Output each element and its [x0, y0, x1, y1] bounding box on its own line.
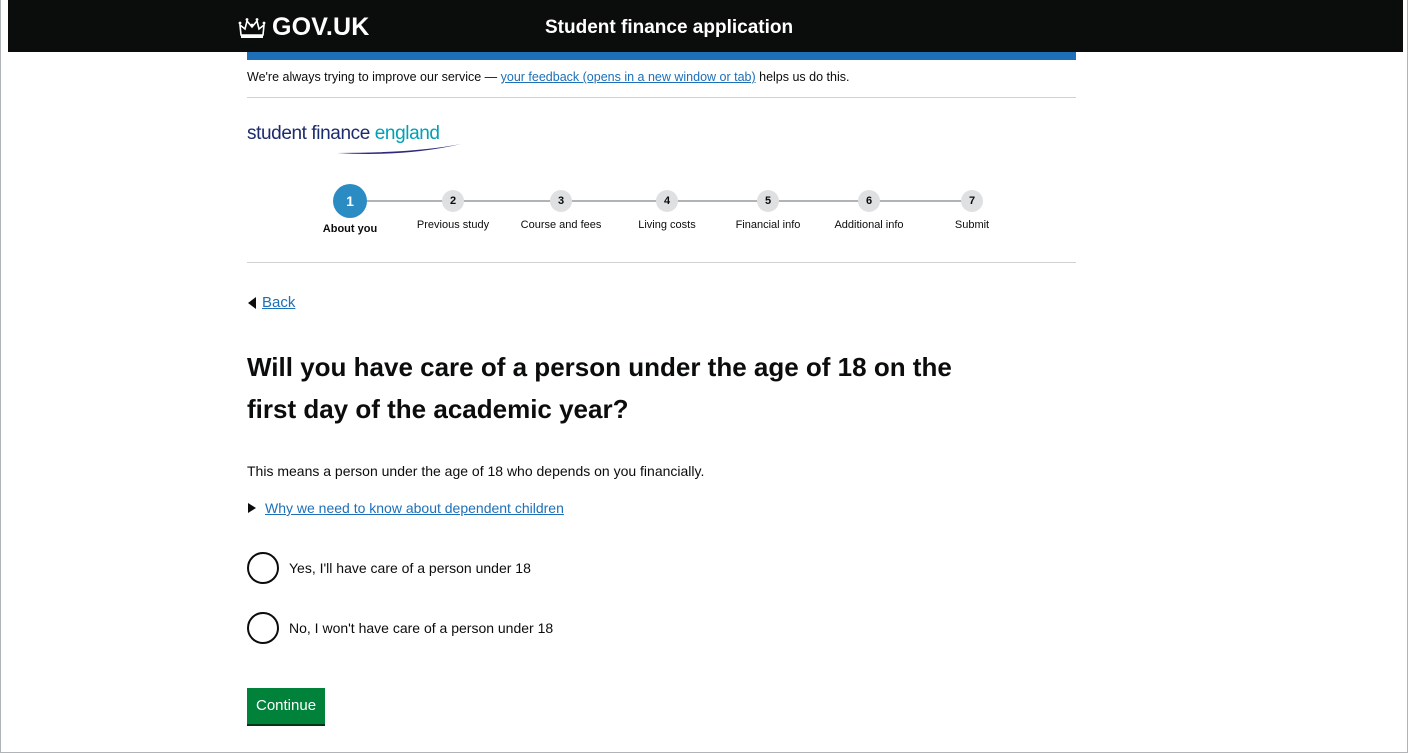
divider: [247, 97, 1076, 98]
progress-steps: 1 About you 2 Previous study 3 Course an…: [300, 184, 1020, 246]
feedback-suffix: helps us do this.: [755, 70, 850, 84]
crown-icon: [238, 17, 266, 38]
logo-swoosh-icon: [337, 144, 461, 154]
step-number: 5: [757, 190, 779, 212]
step-label: Course and fees: [520, 219, 602, 231]
step-number: 2: [442, 190, 464, 212]
step-number: 7: [961, 190, 983, 212]
feedback-prefix: We're always trying to improve our servi…: [247, 70, 501, 84]
step-about-you: 1 About you: [295, 184, 405, 235]
question-hint: This means a person under the age of 18 …: [247, 463, 705, 479]
step-number: 6: [858, 190, 880, 212]
step-label: Living costs: [638, 219, 696, 231]
radio-option-no[interactable]: No, I won't have care of a person under …: [247, 612, 553, 644]
step-label: Additional info: [834, 219, 904, 231]
step-label: Financial info: [735, 219, 801, 231]
details-toggle[interactable]: Why we need to know about dependent chil…: [248, 500, 564, 516]
step-label: About you: [322, 223, 378, 235]
back-link-label: Back: [262, 294, 296, 311]
question-heading: Will you have care of a person under the…: [247, 352, 952, 424]
step-living-costs: 4 Living costs: [612, 186, 722, 231]
radio-button[interactable]: [247, 552, 279, 584]
expand-triangle-icon: [248, 503, 256, 513]
step-additional-info: 6 Additional info: [814, 186, 924, 231]
radio-button[interactable]: [247, 612, 279, 644]
govuk-logo-text: GOV.UK: [272, 13, 370, 41]
details-toggle-label: Why we need to know about dependent chil…: [265, 500, 564, 516]
step-submit: 7 Submit: [917, 186, 1027, 231]
step-previous-study: 2 Previous study: [398, 186, 508, 231]
radio-option-yes[interactable]: Yes, I'll have care of a person under 18: [247, 552, 531, 584]
step-financial-info: 5 Financial info: [713, 186, 823, 231]
step-number: 1: [333, 184, 367, 218]
step-label: Submit: [954, 219, 990, 231]
header-accent-bar: [247, 52, 1076, 60]
govuk-logo-link[interactable]: GOV.UK: [238, 13, 370, 42]
step-number: 4: [656, 190, 678, 212]
back-link[interactable]: Back: [248, 294, 295, 311]
back-arrow-icon: [248, 296, 256, 309]
radio-label: Yes, I'll have care of a person under 18: [289, 560, 531, 576]
step-number: 3: [550, 190, 572, 212]
feedback-banner: We're always trying to improve our servi…: [247, 70, 1076, 84]
step-course-and-fees: 3 Course and fees: [506, 186, 616, 231]
step-label: Previous study: [416, 219, 490, 231]
continue-button[interactable]: Continue: [247, 688, 326, 724]
student-finance-england-logo: student finance england: [247, 123, 477, 157]
feedback-link[interactable]: your feedback (opens in a new window or …: [501, 70, 756, 84]
divider: [247, 262, 1076, 263]
service-name-link[interactable]: Student finance application: [545, 17, 793, 39]
radio-label: No, I won't have care of a person under …: [289, 620, 554, 636]
govuk-header: GOV.UK Student finance application: [8, 0, 1403, 52]
